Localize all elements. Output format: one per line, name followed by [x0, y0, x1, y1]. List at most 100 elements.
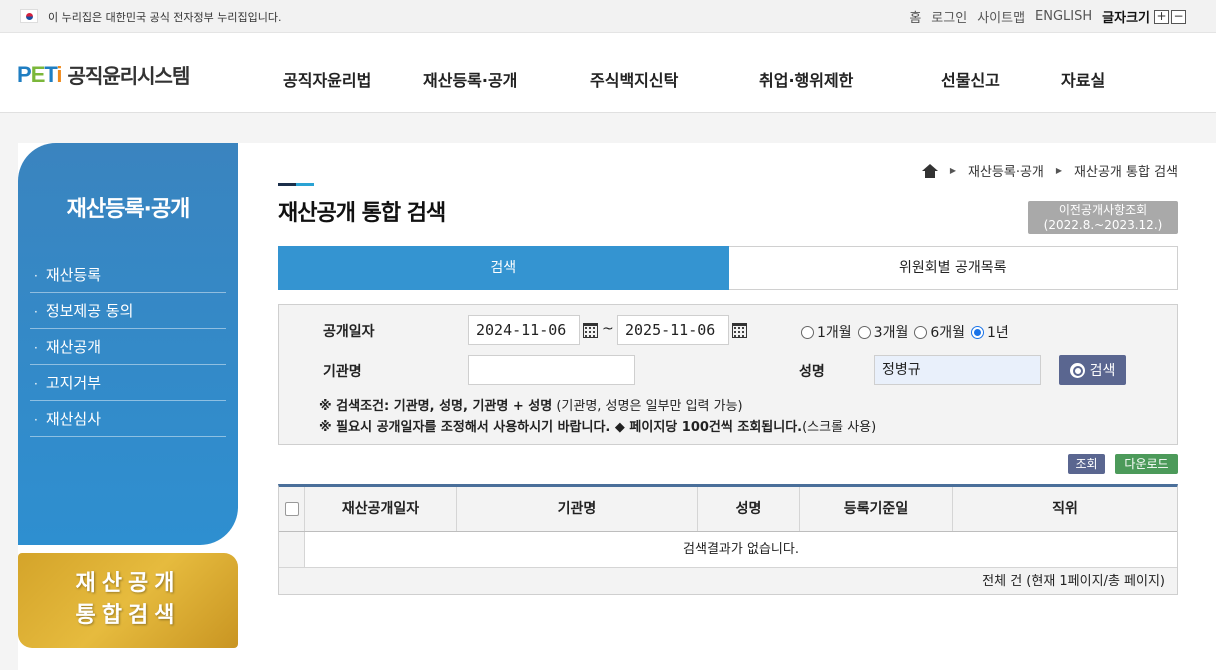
site-logo[interactable]: PETi 공직윤리시스템 [17, 60, 190, 89]
sidebar-item-label: 재산심사 [45, 410, 102, 428]
sidebar-item-label: 고지거부 [45, 374, 102, 392]
sidebar-item-asset-review[interactable]: · 재산심사 [30, 401, 226, 437]
date-to-input[interactable]: 2025-11-06 [617, 315, 729, 345]
home-link[interactable]: 홈 [909, 7, 921, 26]
column-reference-date[interactable]: 등록기준일 [800, 487, 953, 531]
peti-logo-mark: PETi [17, 61, 63, 88]
period-6-months-radio[interactable]: 6개월 [914, 322, 965, 342]
period-radio-group: 1개월 3개월 6개월 1년 [801, 322, 1009, 342]
calendar-icon[interactable] [583, 323, 598, 338]
note-emphasis: ※ 검색조건: 기관명, 성명, 기관명 + 성명 [319, 399, 553, 414]
row-checkbox-cell [279, 532, 305, 567]
sidebar-item-asset-disclosure[interactable]: · 재산공개 [30, 329, 226, 365]
font-decrease-button[interactable]: − [1171, 9, 1186, 24]
period-1-month-radio[interactable]: 1개월 [801, 322, 852, 342]
previous-disclosure-button[interactable]: 이전공개사항조회 (2022.8.~2023.12.) [1028, 201, 1178, 234]
search-form: 공개일자 2024-11-06 ~ 2025-11-06 1개월 3개월 6개월… [278, 304, 1178, 445]
banner-line-2: 통합검색 [75, 603, 181, 628]
empty-result-message: 검색결과가 없습니다. [683, 542, 799, 557]
select-all-checkbox[interactable] [284, 502, 299, 516]
column-disclosure-date[interactable]: 재산공개일자 [305, 487, 457, 531]
search-icon [1069, 362, 1085, 378]
logo-letter-p: P [17, 61, 32, 87]
bullet-icon: · [34, 341, 38, 355]
title-accent-bar [278, 183, 314, 186]
bullet-icon: · [34, 413, 38, 427]
view-button[interactable]: 조회 [1068, 454, 1105, 474]
site-header: PETi 공직윤리시스템 공직자윤리법 재산등록·공개 주식백지신탁 취업·행위… [0, 33, 1216, 113]
results-table: 재산공개일자 기관명 성명 등록기준일 직위 검색결과가 없습니다. 전체 건 … [278, 484, 1178, 595]
nav-asset-registration[interactable]: 재산등록·공개 [423, 67, 517, 91]
login-link[interactable]: 로그인 [931, 7, 967, 26]
side-navigation: 재산등록·공개 · 재산등록 · 정보제공 동의 · 재산공개 · 고지거부 · 재산심사 [18, 143, 238, 545]
page-title: 재산공개 통합 검색 [278, 201, 446, 226]
radio-label: 1개월 [817, 325, 852, 341]
left-background [0, 143, 18, 670]
logo-letter-e: E [30, 61, 46, 87]
radio-label: 1년 [987, 325, 1009, 341]
previous-disclosure-label: 이전공개사항조회 [1058, 203, 1148, 217]
bullet-icon: · [34, 377, 38, 391]
logo-letter-t: T [44, 61, 57, 87]
top-utility-bar: 이 누리집은 대한민국 공식 전자정부 누리집입니다. 홈 로그인 사이트맵 E… [0, 0, 1216, 33]
tab-search[interactable]: 검색 [278, 246, 729, 290]
utility-links: 홈 로그인 사이트맵 ENGLISH 글자크기 + − [909, 7, 1186, 26]
search-button-label: 검색 [1089, 363, 1116, 379]
side-navigation-title: 재산등록·공개 [66, 197, 191, 222]
download-button[interactable]: 다운로드 [1115, 454, 1178, 474]
table-row: 검색결과가 없습니다. [279, 532, 1177, 568]
search-button[interactable]: 검색 [1059, 355, 1126, 385]
person-name-input[interactable]: 정병규 [874, 355, 1041, 385]
banner-line-1: 재산공개 [75, 571, 181, 596]
sidebar-item-label: 재산등록 [45, 266, 102, 284]
column-org-name[interactable]: 기관명 [457, 487, 698, 531]
name-label: 성명 [799, 364, 825, 380]
calendar-icon[interactable] [732, 323, 747, 338]
official-site-notice: 이 누리집은 대한민국 공식 전자정부 누리집입니다. [48, 11, 282, 24]
table-footer-summary: 전체 건 (현재 1페이지/총 페이지) [279, 568, 1177, 595]
side-navigation-list: · 재산등록 · 정보제공 동의 · 재산공개 · 고지거부 · 재산심사 [30, 257, 226, 437]
nav-blind-trust[interactable]: 주식백지신탁 [590, 67, 678, 91]
org-label: 기관명 [323, 364, 362, 380]
logo-letter-i: i [56, 61, 62, 87]
sidebar-item-asset-registration[interactable]: · 재산등록 [30, 257, 226, 293]
search-condition-note: ※ 검색조건: 기관명, 성명, 기관명 + 성명 (기관명, 성명은 일부만 … [319, 395, 743, 414]
radio-circle [801, 325, 814, 339]
date-from-input[interactable]: 2024-11-06 [468, 315, 580, 345]
bullet-icon: · [34, 305, 38, 319]
period-1-year-radio[interactable]: 1년 [971, 322, 1009, 342]
breadcrumb: ▶ 재산등록·공개 ▶ 재산공개 통합 검색 [921, 161, 1178, 180]
date-adjust-note: ※ 필요시 공개일자를 조정해서 사용하시기 바랍니다. ◆ 페이지당 100건… [319, 416, 876, 435]
home-icon[interactable] [921, 163, 938, 178]
table-header: 재산공개일자 기관명 성명 등록기준일 직위 [279, 487, 1177, 532]
sitemap-link[interactable]: 사이트맵 [977, 7, 1025, 26]
sidebar-item-notice-refusal[interactable]: · 고지거부 [30, 365, 226, 401]
nav-public-ethics-law[interactable]: 공직자윤리법 [283, 67, 371, 91]
sidebar-item-info-consent[interactable]: · 정보제공 동의 [30, 293, 226, 329]
note-detail: (기관명, 성명은 일부만 입력 가능) [556, 399, 743, 414]
nav-employment-restriction[interactable]: 취업·행위제한 [759, 67, 853, 91]
breadcrumb-item[interactable]: 재산등록·공개 [968, 161, 1044, 180]
breadcrumb-current: 재산공개 통합 검색 [1074, 165, 1178, 180]
chevron-right-icon: ▶ [949, 166, 956, 175]
date-range-separator: ~ [602, 321, 614, 337]
sidebar-item-label: 정보제공 동의 [45, 302, 134, 320]
font-increase-button[interactable]: + [1154, 9, 1169, 24]
search-tabs: 검색 위원회별 공개목록 [278, 246, 1178, 290]
note-detail: (스크롤 사용) [802, 420, 877, 435]
note-emphasis: ※ 필요시 공개일자를 조정해서 사용하시기 바랍니다. ◆ 페이지당 100건… [319, 420, 803, 435]
radio-circle-selected [971, 325, 985, 339]
radio-circle [857, 325, 871, 339]
nav-gift-report[interactable]: 선물신고 [941, 67, 1000, 91]
period-3-months-radio[interactable]: 3개월 [857, 322, 909, 342]
header-divider-band [0, 113, 1216, 143]
tab-committee-list[interactable]: 위원회별 공개목록 [728, 246, 1178, 290]
radio-label: 3개월 [873, 325, 909, 341]
nav-resources[interactable]: 자료실 [1061, 67, 1105, 91]
english-link[interactable]: ENGLISH [1035, 9, 1092, 24]
column-person-name[interactable]: 성명 [698, 487, 800, 531]
font-size-label: 글자크기 [1102, 11, 1150, 26]
org-name-input[interactable] [468, 355, 635, 385]
column-position[interactable]: 직위 [953, 487, 1177, 531]
integrated-search-banner[interactable]: 재산공개 통합검색 [18, 553, 238, 648]
